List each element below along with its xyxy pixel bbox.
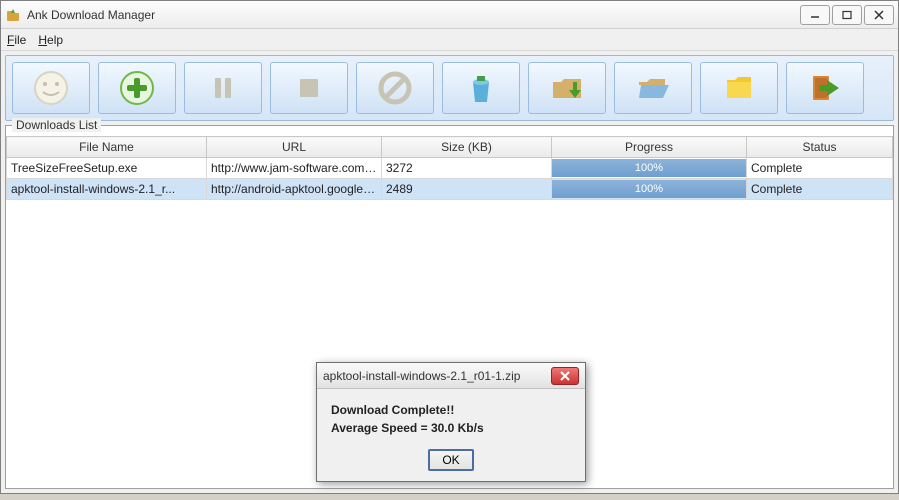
cell-url: http://android-apktool.googlec... xyxy=(207,179,382,200)
toolbar xyxy=(5,55,894,121)
col-filename[interactable]: File Name xyxy=(7,137,207,158)
stop-button[interactable] xyxy=(270,62,348,114)
dialog-message-1: Download Complete!! xyxy=(331,403,571,417)
col-size[interactable]: Size (KB) xyxy=(382,137,552,158)
cell-size: 2489 xyxy=(382,179,552,200)
folder-icon xyxy=(719,68,759,108)
ok-button[interactable]: OK xyxy=(428,449,474,471)
progress-bar: 100% xyxy=(552,159,746,177)
dialog-close-button[interactable] xyxy=(551,367,579,385)
menubar: File Help xyxy=(1,29,898,51)
dialog-message-2: Average Speed = 30.0 Kb/s xyxy=(331,421,571,435)
open-folder-icon xyxy=(633,68,673,108)
window-controls xyxy=(800,5,894,25)
downloads-table: File Name URL Size (KB) Progress Status … xyxy=(6,136,893,200)
add-icon xyxy=(117,68,157,108)
cell-filename: apktool-install-windows-2.1_r... xyxy=(7,179,207,200)
pause-icon xyxy=(203,68,243,108)
col-progress[interactable]: Progress xyxy=(552,137,747,158)
cell-url: http://www.jam-software.com/... xyxy=(207,158,382,179)
menu-help[interactable]: Help xyxy=(38,33,63,47)
maximize-button[interactable] xyxy=(832,5,862,25)
folder-down-icon xyxy=(547,68,587,108)
cancel-icon xyxy=(375,68,415,108)
app-icon xyxy=(5,7,21,23)
cell-status: Complete xyxy=(747,158,893,179)
downloads-list-group: Downloads List File Name URL Size (KB) P… xyxy=(5,125,894,489)
close-icon xyxy=(560,371,570,381)
smiley-button[interactable] xyxy=(12,62,90,114)
exit-icon xyxy=(805,68,845,108)
cancel-button[interactable] xyxy=(356,62,434,114)
col-url[interactable]: URL xyxy=(207,137,382,158)
cell-progress: 100% xyxy=(552,158,747,179)
cell-filename: TreeSizeFreeSetup.exe xyxy=(7,158,207,179)
table-row[interactable]: apktool-install-windows-2.1_r...http://a… xyxy=(7,179,893,200)
main-window: Ank Download Manager File Help xyxy=(0,0,899,494)
titlebar: Ank Download Manager xyxy=(1,1,898,29)
close-button[interactable] xyxy=(864,5,894,25)
folder-download-button[interactable] xyxy=(528,62,606,114)
cell-size: 3272 xyxy=(382,158,552,179)
list-legend: Downloads List xyxy=(12,118,101,132)
folder-button[interactable] xyxy=(700,62,778,114)
trash-button[interactable] xyxy=(442,62,520,114)
exit-button[interactable] xyxy=(786,62,864,114)
minimize-button[interactable] xyxy=(800,5,830,25)
table-row[interactable]: TreeSizeFreeSetup.exehttp://www.jam-soft… xyxy=(7,158,893,179)
dialog-titlebar: apktool-install-windows-2.1_r01-1.zip xyxy=(317,363,585,389)
add-button[interactable] xyxy=(98,62,176,114)
smiley-icon xyxy=(31,68,71,108)
cell-progress: 100% xyxy=(552,179,747,200)
col-status[interactable]: Status xyxy=(747,137,893,158)
cell-status: Complete xyxy=(747,179,893,200)
open-folder-button[interactable] xyxy=(614,62,692,114)
progress-bar: 100% xyxy=(552,180,746,198)
stop-icon xyxy=(289,68,329,108)
window-title: Ank Download Manager xyxy=(27,8,800,22)
trash-icon xyxy=(461,68,501,108)
menu-file[interactable]: File xyxy=(7,33,26,47)
dialog-title: apktool-install-windows-2.1_r01-1.zip xyxy=(323,369,551,383)
completion-dialog: apktool-install-windows-2.1_r01-1.zip Do… xyxy=(316,362,586,482)
pause-button[interactable] xyxy=(184,62,262,114)
